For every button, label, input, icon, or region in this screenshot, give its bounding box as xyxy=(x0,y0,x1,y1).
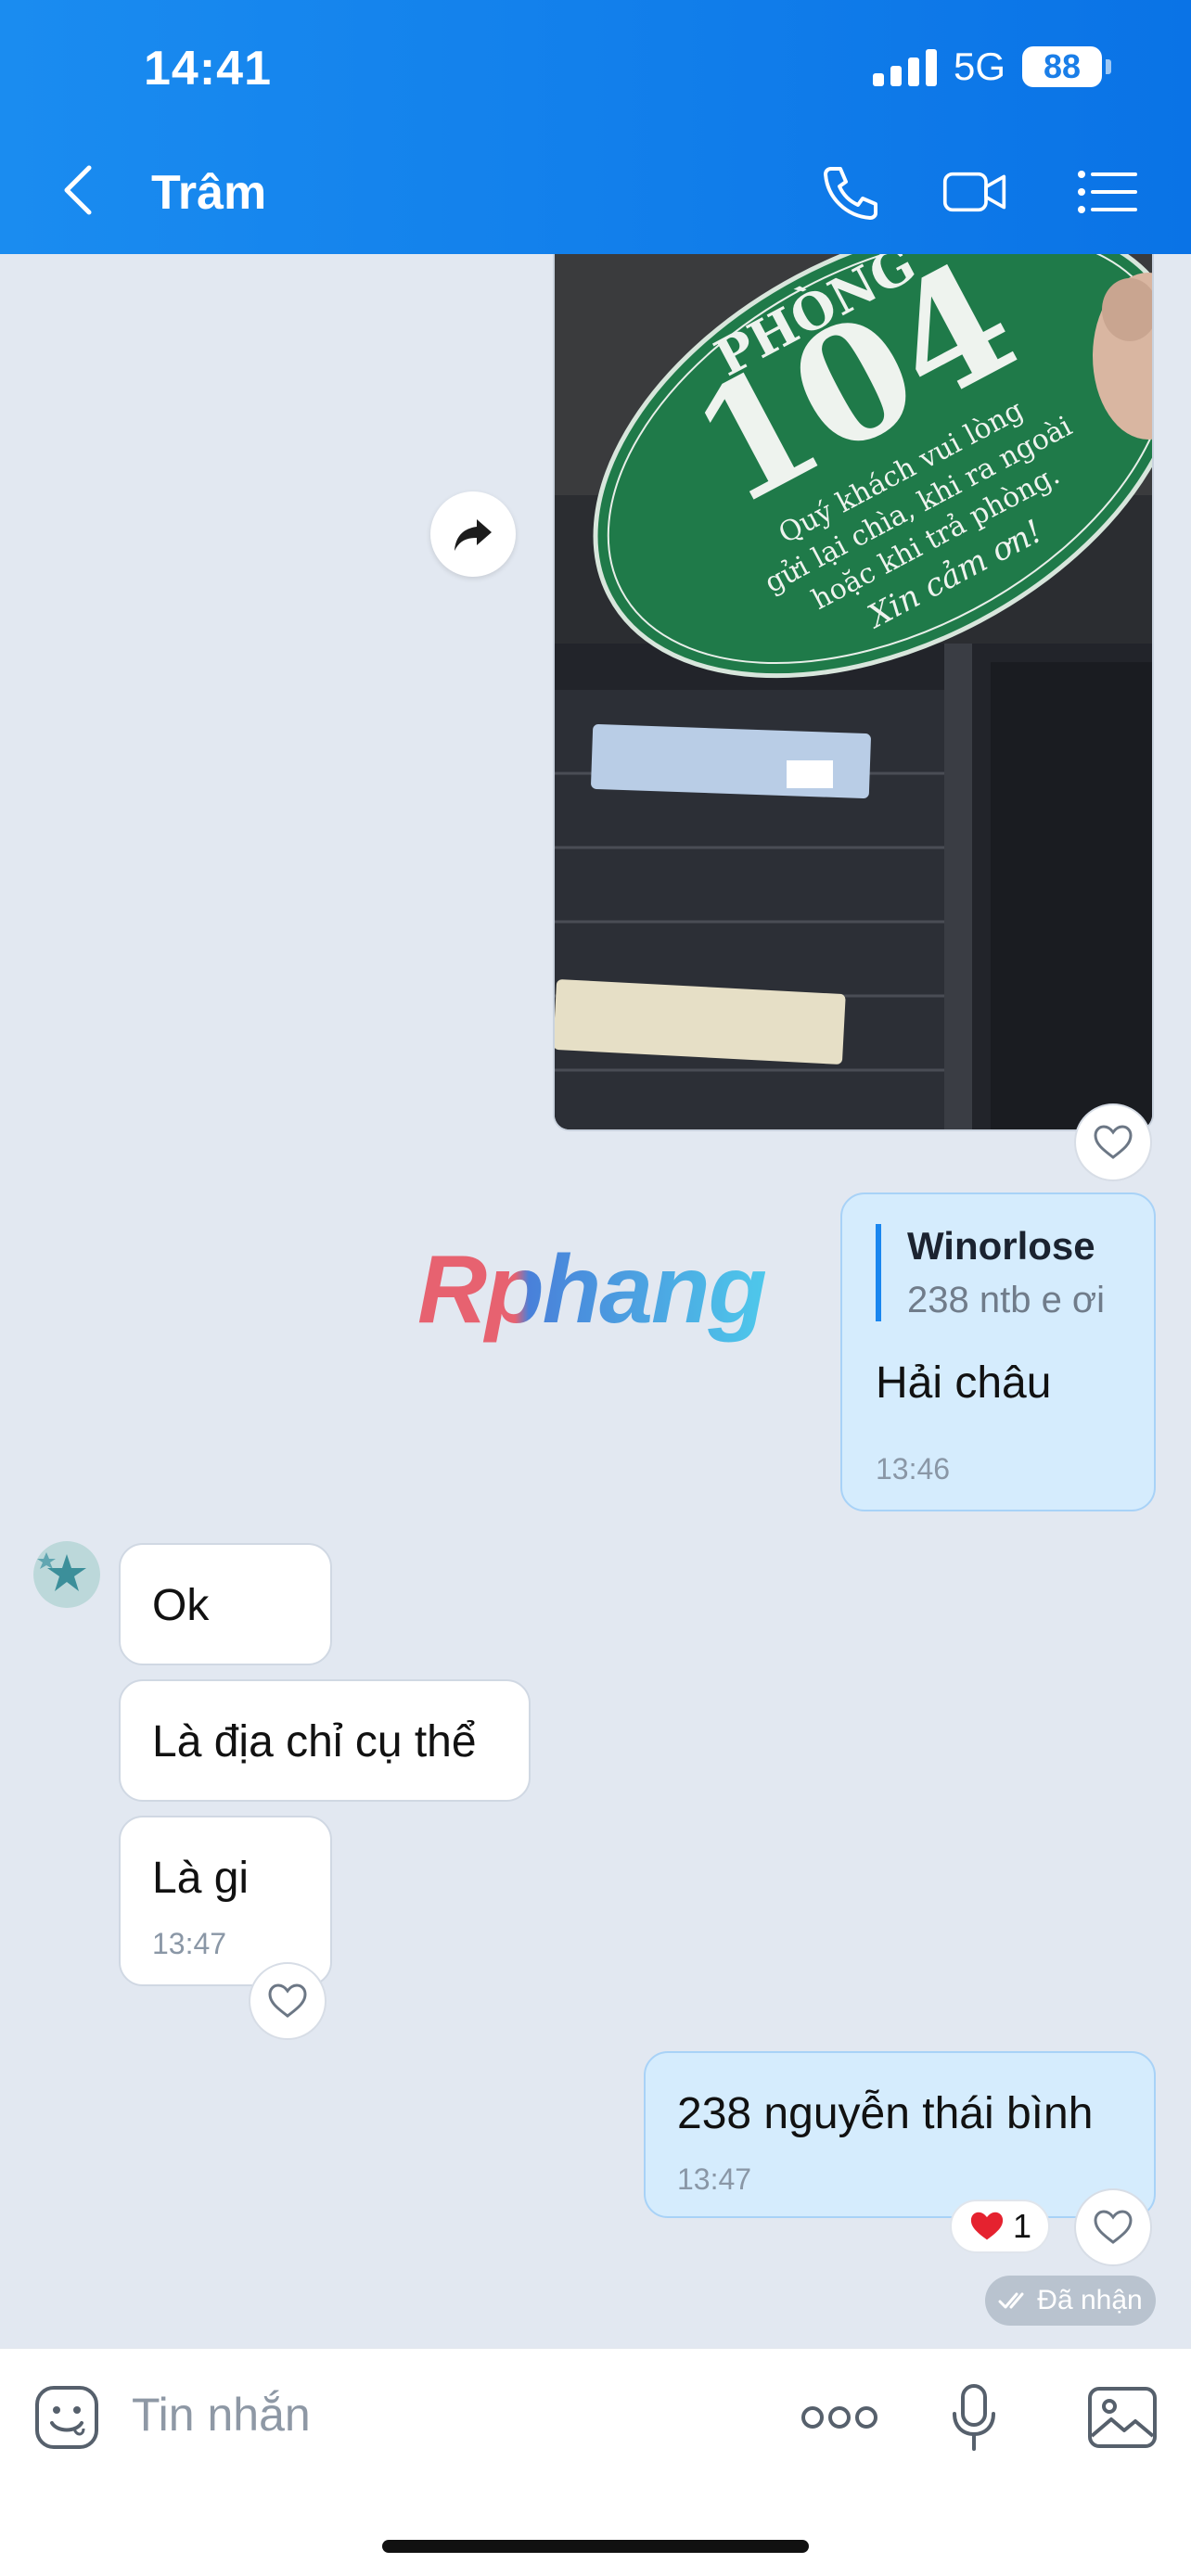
outgoing-message-bubble[interactable]: 238 nguyễn thái bình 13:47 xyxy=(644,2051,1156,2218)
more-options-icon[interactable] xyxy=(801,2403,877,2432)
top-bar: 14:41 5G 88 Trâm xyxy=(0,0,1191,254)
message-text: Hải châu xyxy=(876,1358,1052,1408)
message-text: Là gi xyxy=(152,1854,250,1903)
incoming-message-bubble[interactable]: Ok xyxy=(119,1543,332,1665)
contact-name[interactable]: Trâm xyxy=(151,165,266,221)
react-heart-button-photo[interactable] xyxy=(1074,1103,1152,1181)
phone-call-icon[interactable] xyxy=(818,163,883,221)
contact-avatar[interactable] xyxy=(33,1541,100,1608)
red-heart-icon xyxy=(970,2212,1004,2240)
sticker-emoji-icon[interactable] xyxy=(33,2384,100,2451)
chat-area[interactable]: PHÒNG 104 Quý khách vui lòng gửi lại chì… xyxy=(0,254,1191,2348)
quote-text: 238 ntb e ơi xyxy=(907,1280,1106,1320)
room-key-photo: PHÒNG 104 Quý khách vui lòng gửi lại chì… xyxy=(555,254,1152,1129)
avatar-image xyxy=(33,1541,100,1608)
quote-author: Winorlose xyxy=(907,1224,1095,1268)
message-time: 13:47 xyxy=(677,2162,752,2196)
share-button[interactable] xyxy=(430,491,516,577)
heart-outline-icon xyxy=(1094,2210,1133,2244)
message-composer: Tin nhắn xyxy=(0,2348,1191,2576)
video-call-icon[interactable] xyxy=(942,163,1007,221)
message-input[interactable]: Tin nhắn xyxy=(132,2388,311,2442)
quoted-message[interactable]: Winorlose 238 ntb e ơi xyxy=(876,1224,1105,1321)
react-heart-button-outgoing[interactable] xyxy=(1074,2188,1152,2266)
received-status-badge: Đã nhận xyxy=(985,2276,1156,2326)
incoming-message-bubble[interactable]: Là địa chỉ cụ thể xyxy=(119,1679,531,1802)
battery-level: 88 xyxy=(1043,47,1082,85)
double-check-icon xyxy=(998,2292,1024,2309)
message-text: Là địa chỉ cụ thể xyxy=(152,1717,477,1766)
reply-message-bubble[interactable]: Winorlose 238 ntb e ơi Hải châu 13:46 xyxy=(840,1192,1156,1511)
menu-icon[interactable] xyxy=(1076,163,1141,221)
message-time: 13:47 xyxy=(152,1927,227,1960)
watermark: Rphang xyxy=(417,1236,767,1344)
message-text: Ok xyxy=(152,1581,210,1630)
microphone-icon[interactable] xyxy=(950,2382,998,2453)
message-time: 13:46 xyxy=(876,1452,951,1486)
photo-message[interactable]: PHÒNG 104 Quý khách vui lòng gửi lại chì… xyxy=(553,254,1154,1131)
back-icon[interactable] xyxy=(58,162,102,218)
status-indicators: 5G 88 xyxy=(872,45,1111,89)
heart-outline-icon xyxy=(268,1983,307,2018)
reaction-badge[interactable]: 1 xyxy=(950,2200,1050,2253)
signal-icon xyxy=(872,47,937,86)
heart-outline-icon xyxy=(1094,1125,1133,1159)
home-indicator xyxy=(382,2540,809,2553)
incoming-message-bubble[interactable]: Là gi 13:47 xyxy=(119,1816,332,1986)
received-label: Đã nhận xyxy=(1037,2285,1143,2315)
status-time: 14:41 xyxy=(144,42,272,96)
react-heart-button-incoming[interactable] xyxy=(249,1962,327,2040)
network-type: 5G xyxy=(953,45,1005,88)
battery-icon: 88 xyxy=(1022,46,1111,87)
image-gallery-icon[interactable] xyxy=(1087,2386,1158,2449)
message-text: 238 nguyễn thái bình xyxy=(677,2089,1094,2138)
reaction-count: 1 xyxy=(1012,2207,1032,2245)
forward-arrow-icon xyxy=(455,519,492,551)
